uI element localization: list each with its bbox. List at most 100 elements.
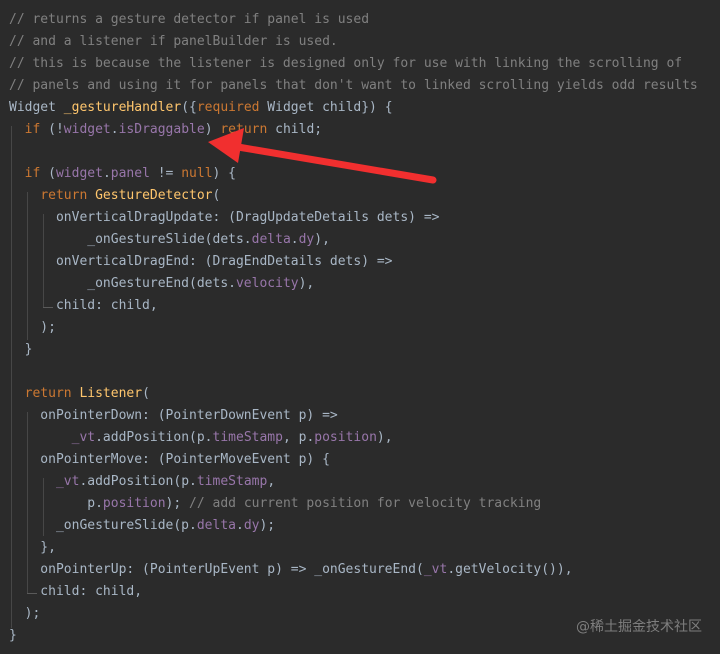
code-token: widget (55, 166, 103, 181)
code-token: velocity (235, 276, 299, 291)
code-token: if (24, 122, 41, 137)
code-token: dy (298, 232, 315, 247)
code-token: . (102, 166, 111, 181)
code-token: child; (267, 122, 323, 137)
code-token: }, (9, 540, 56, 555)
code-token: if (24, 166, 41, 181)
watermark: @稀土掘金技术社区 (576, 619, 702, 635)
code-token: ), (376, 430, 393, 445)
code-line: return GestureDetector( (9, 185, 220, 207)
code-token: ), (298, 276, 315, 291)
code-line: onVerticalDragUpdate: (DragUpdateDetails… (9, 207, 440, 229)
code-token: onPointerMove: (PointerMoveEvent p) { (9, 452, 330, 467)
code-token: , p. (282, 430, 315, 445)
code-token: position (102, 496, 166, 511)
indent-guide (43, 214, 44, 308)
code-token: // returns a gesture detector if panel i… (9, 12, 370, 27)
code-line: _onGestureSlide(p.delta.dy); (9, 515, 275, 537)
code-token: != (149, 166, 182, 181)
code-token: .getVelocity()), (447, 562, 573, 577)
code-token: child: child, (9, 298, 158, 313)
code-token: onVerticalDragEnd: (DragEndDetails dets)… (9, 254, 393, 269)
code-token: ({ (181, 100, 197, 115)
code-token: ); (165, 496, 190, 511)
code-token: timeStamp (212, 430, 283, 445)
code-token: ); (259, 518, 276, 533)
code-token: dy (243, 518, 260, 533)
code-token: ) { (212, 166, 237, 181)
code-token: _vt (71, 430, 96, 445)
code-line: onVerticalDragEnd: (DragEndDetails dets)… (9, 251, 393, 273)
code-token: return (24, 386, 72, 401)
code-token: child: child, (9, 584, 143, 599)
code-line: } (9, 625, 17, 647)
code-line: _vt.addPosition(p.timeStamp, (9, 471, 275, 493)
code-line: p.position); // add current position for… (9, 493, 541, 515)
code-line: // panels and using it for panels that d… (9, 75, 698, 97)
code-token: ); (9, 606, 41, 621)
code-token: return (220, 122, 268, 137)
code-token: . (110, 122, 119, 137)
indent-guide (27, 412, 28, 594)
code-token: } (9, 342, 33, 357)
code-token: // this is because the listener is desig… (9, 56, 683, 71)
code-token: Widget child}) { (259, 100, 393, 115)
code-token: delta (196, 518, 236, 533)
code-line: _onGestureEnd(dets.velocity), (9, 273, 314, 295)
code-token: _vt (423, 562, 448, 577)
code-token: // add current position for velocity tra… (189, 496, 542, 511)
indent-guide (11, 126, 12, 628)
code-line: ); (9, 603, 41, 625)
code-line: } (9, 339, 33, 361)
code-token: p. (9, 496, 103, 511)
code-token: ( (212, 188, 221, 203)
code-token: isDraggable (118, 122, 205, 137)
code-editor[interactable]: // returns a gesture detector if panel i… (0, 0, 720, 654)
code-line: // returns a gesture detector if panel i… (9, 9, 369, 31)
code-token: return (40, 188, 88, 203)
code-token: . (235, 518, 244, 533)
code-token: // panels and using it for panels that d… (9, 78, 698, 93)
indent-guide (27, 192, 28, 340)
indent-guide-tick (43, 307, 53, 308)
code-token: position (314, 430, 377, 445)
code-token: null (181, 166, 213, 181)
code-line: // this is because the listener is desig… (9, 53, 682, 75)
code-token: timeStamp (196, 474, 268, 489)
code-line: _vt.addPosition(p.timeStamp, p.position)… (9, 427, 393, 449)
code-line: child: child, (9, 581, 142, 603)
code-line: return Listener( (9, 383, 150, 405)
indent-guide (43, 478, 44, 536)
code-token: required (196, 100, 260, 115)
code-token: .addPosition(p. (95, 430, 213, 445)
code-token: ( (40, 166, 56, 181)
code-token: (! (40, 122, 64, 137)
code-token: ), (314, 232, 330, 247)
code-token: GestureDetector (95, 188, 213, 203)
code-token: panel (110, 166, 150, 181)
code-token: ( (142, 386, 150, 401)
code-token: _vt (55, 474, 80, 489)
code-line: if (!widget.isDraggable) return child; (9, 119, 322, 141)
code-token: Widget (9, 100, 64, 115)
code-line: onPointerMove: (PointerMoveEvent p) { (9, 449, 330, 471)
code-line: Widget _gestureHandler({required Widget … (9, 97, 393, 119)
indent-guide-tick (27, 593, 37, 594)
code-token: // and a listener if panelBuilder is use… (9, 34, 338, 49)
code-line: onPointerDown: (PointerDownEvent p) => (9, 405, 338, 427)
code-token: . (290, 232, 299, 247)
code-token: onPointerUp: (PointerUpEvent p) => _onGe… (9, 562, 424, 577)
code-token: } (9, 628, 17, 643)
code-token: onPointerDown: (PointerDownEvent p) => (9, 408, 338, 423)
code-line: _onGestureSlide(dets.delta.dy), (9, 229, 330, 251)
code-token: widget (63, 122, 111, 137)
code-token: .addPosition(p. (79, 474, 197, 489)
code-line: }, (9, 537, 56, 559)
code-token: ); (9, 320, 56, 335)
code-token: , (267, 474, 276, 489)
code-line: onPointerUp: (PointerUpEvent p) => _onGe… (9, 559, 573, 581)
